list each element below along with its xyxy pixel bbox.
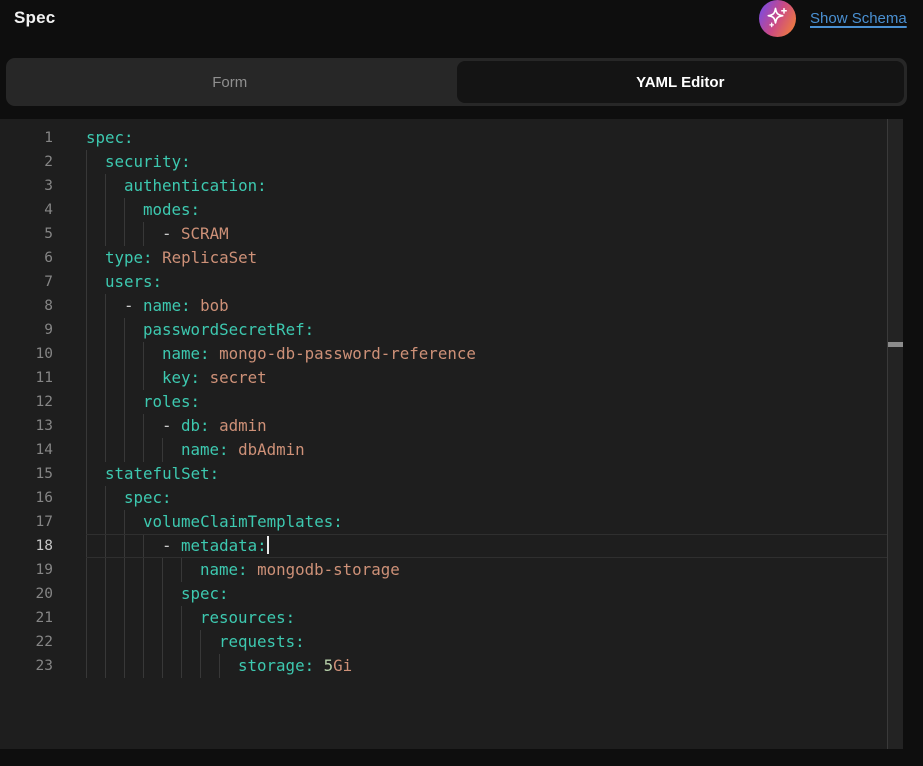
line-number[interactable]: 22 (0, 630, 53, 654)
code-line[interactable]: 18- metadata: (0, 534, 903, 558)
line-number[interactable]: 6 (0, 246, 53, 270)
code-line[interactable]: 5- SCRAM (0, 222, 903, 246)
line-number[interactable]: 8 (0, 294, 53, 318)
tab-bar: Form YAML Editor (6, 58, 907, 106)
code-line[interactable]: 23storage: 5Gi (0, 654, 903, 678)
line-number[interactable]: 2 (0, 150, 53, 174)
line-number[interactable]: 14 (0, 438, 53, 462)
line-number[interactable]: 19 (0, 558, 53, 582)
spec-editor-page: Spec Show Schema Form YAML Editor 1spec:… (0, 0, 923, 766)
code-line[interactable]: 21resources: (0, 606, 903, 630)
yaml-code-editor[interactable]: 1spec:2security:3authentication:4modes:5… (0, 119, 903, 749)
code-line[interactable]: 6type: ReplicaSet (0, 246, 903, 270)
code-line[interactable]: 12roles: (0, 390, 903, 414)
code-line[interactable]: 3authentication: (0, 174, 903, 198)
show-schema-link[interactable]: Show Schema (810, 10, 907, 27)
code-line[interactable]: 9passwordSecretRef: (0, 318, 903, 342)
line-number[interactable]: 16 (0, 486, 53, 510)
code-line[interactable]: 20spec: (0, 582, 903, 606)
page-title: Spec (14, 8, 55, 28)
line-number[interactable]: 10 (0, 342, 53, 366)
ai-assistant-button[interactable] (759, 0, 796, 37)
code-line[interactable]: 10name: mongo-db-password-reference (0, 342, 903, 366)
scrollbar-track[interactable] (887, 119, 903, 749)
code-line[interactable]: 16spec: (0, 486, 903, 510)
line-number[interactable]: 17 (0, 510, 53, 534)
tab-yaml-editor[interactable]: YAML Editor (457, 61, 905, 103)
code-line[interactable]: 11key: secret (0, 366, 903, 390)
code-line[interactable]: 1spec: (0, 126, 903, 150)
line-number[interactable]: 11 (0, 366, 53, 390)
line-number[interactable]: 1 (0, 126, 53, 150)
code-line[interactable]: 19name: mongodb-storage (0, 558, 903, 582)
code-line[interactable]: 4modes: (0, 198, 903, 222)
scrollbar-cursor-marker (888, 342, 903, 347)
line-number[interactable]: 23 (0, 654, 53, 678)
line-number[interactable]: 9 (0, 318, 53, 342)
code-line[interactable]: 15statefulSet: (0, 462, 903, 486)
line-number[interactable]: 13 (0, 414, 53, 438)
line-number[interactable]: 3 (0, 174, 53, 198)
code-line[interactable]: 14name: dbAdmin (0, 438, 903, 462)
line-number[interactable]: 4 (0, 198, 53, 222)
code-lines: 1spec:2security:3authentication:4modes:5… (0, 126, 903, 678)
line-number[interactable]: 18 (0, 534, 53, 558)
code-line[interactable]: 13- db: admin (0, 414, 903, 438)
sparkle-icon (759, 0, 796, 37)
code-line[interactable]: 8- name: bob (0, 294, 903, 318)
line-number[interactable]: 5 (0, 222, 53, 246)
line-number[interactable]: 12 (0, 390, 53, 414)
tab-form[interactable]: Form (6, 58, 454, 106)
line-number[interactable]: 7 (0, 270, 53, 294)
line-number[interactable]: 21 (0, 606, 53, 630)
text-cursor (267, 536, 269, 554)
line-number[interactable]: 15 (0, 462, 53, 486)
code-line[interactable]: 7users: (0, 270, 903, 294)
code-line[interactable]: 22requests: (0, 630, 903, 654)
code-line[interactable]: 2security: (0, 150, 903, 174)
line-number[interactable]: 20 (0, 582, 53, 606)
code-line[interactable]: 17volumeClaimTemplates: (0, 510, 903, 534)
